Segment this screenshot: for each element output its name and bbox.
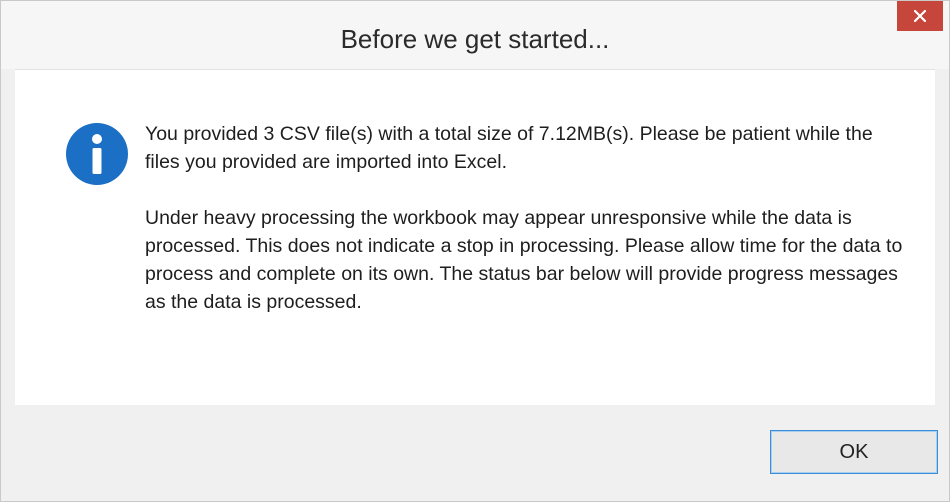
dialog-window: Before we get started... You provided 3 … [0,0,950,502]
dialog-title: Before we get started... [340,24,610,54]
message-paragraph-1: You provided 3 CSV file(s) with a total … [145,123,873,173]
message-text: You provided 3 CSV file(s) with a total … [145,120,905,316]
message-area: You provided 3 CSV file(s) with a total … [15,69,935,406]
message-paragraph-2: Under heavy processing the workbook may … [145,207,903,313]
ok-button[interactable]: OK [770,430,938,474]
close-icon [913,9,927,23]
close-button[interactable] [897,1,943,31]
info-icon [65,122,129,186]
